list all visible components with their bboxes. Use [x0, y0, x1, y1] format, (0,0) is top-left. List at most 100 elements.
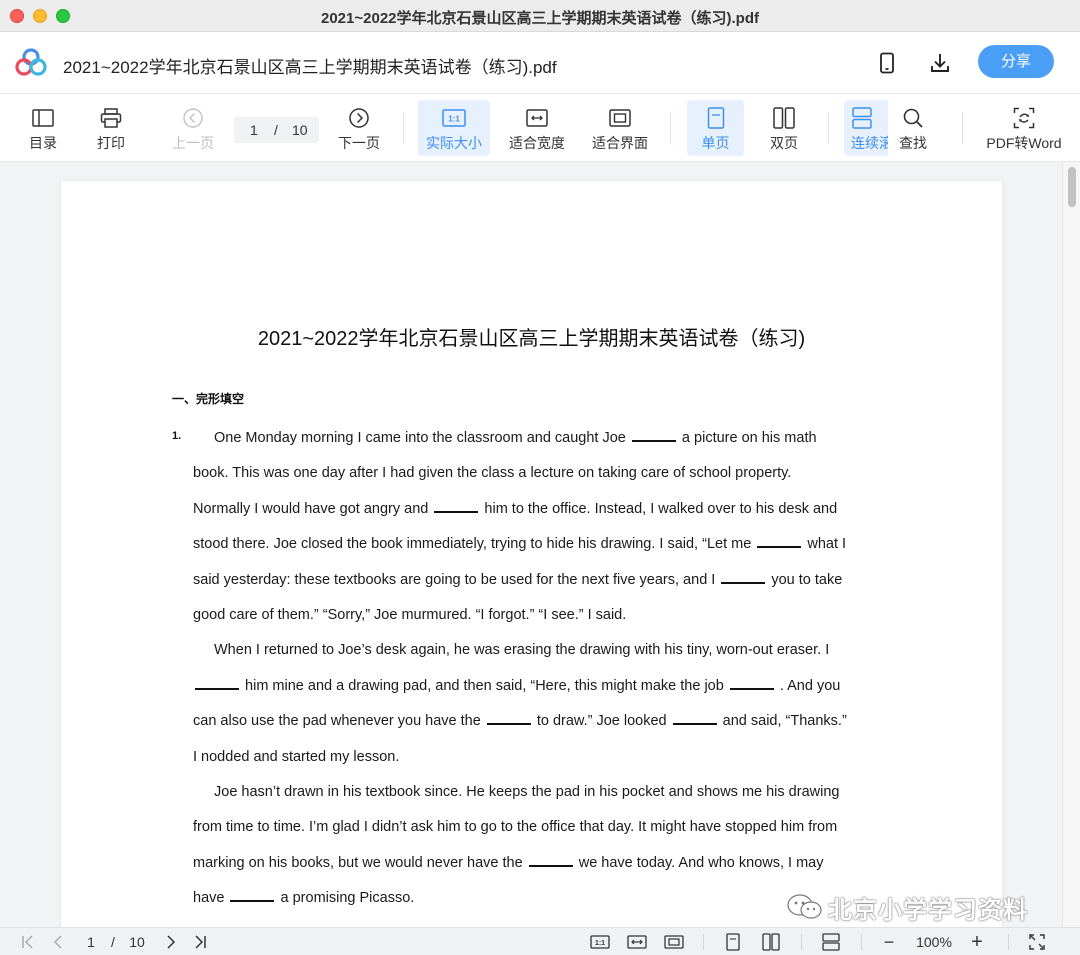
status-divider [703, 934, 704, 950]
next-page-label: 下一页 [338, 135, 380, 151]
passage-text: When I returned to Joe’s desk again, he … [214, 642, 830, 659]
answer-blank [729, 678, 774, 690]
printer-icon [100, 108, 122, 128]
scrollbar-thumb[interactable] [1068, 167, 1076, 207]
prev-page-button[interactable]: 上一页 [168, 100, 218, 156]
next-page-small-button[interactable] [161, 932, 181, 952]
first-page-button[interactable] [18, 932, 38, 952]
status-page-current[interactable]: 1 [82, 932, 100, 952]
toolbar-divider [828, 112, 829, 144]
passage-text: and said, “Thanks.” [718, 713, 847, 730]
answer-blank [434, 501, 479, 513]
status-single-page-button[interactable] [723, 932, 743, 952]
find-label: 查找 [899, 135, 927, 151]
fit-page-icon [664, 935, 684, 949]
status-divider [1008, 934, 1009, 950]
fit-width-button[interactable]: 适合宽度 [504, 100, 570, 156]
fullscreen-button[interactable] [1027, 932, 1047, 952]
status-continuous-button[interactable] [820, 932, 842, 952]
actual-size-button[interactable]: 1:1 实际大小 [418, 100, 490, 156]
share-button[interactable]: 分享 [978, 45, 1054, 78]
download-icon [931, 54, 949, 72]
pdf-page: 2021~2022学年北京石景山区高三上学期期末英语试卷（练习) 一、完形填空 … [61, 181, 1002, 927]
pdf-viewer-window: 2021~2022学年北京石景山区高三上学期期末英语试卷（练习).pdf 202… [0, 0, 1080, 955]
passage-text: to draw.” Joe looked [532, 713, 671, 730]
toolbar-divider [403, 112, 404, 144]
passage-line: Joe hasn’t drawn in his textbook since. … [214, 784, 839, 800]
passage-line: stood there. Joe closed the book immedia… [193, 536, 846, 552]
passage-text: Joe hasn’t drawn in his textbook since. … [214, 784, 840, 800]
passage-line: I nodded and started my lesson. [193, 749, 399, 765]
passage-text: him mine and a drawing pad, and then sai… [241, 677, 728, 694]
phone-view-button[interactable] [872, 48, 902, 78]
print-button[interactable]: 打印 [88, 100, 134, 156]
passage-text: good care of them.” “Sorry,” Joe murmure… [193, 607, 627, 623]
status-divider [801, 934, 802, 950]
question-number: 1. [172, 430, 182, 442]
status-double-page-button[interactable] [760, 932, 782, 952]
status-fit-width-button[interactable] [626, 932, 648, 952]
prev-page-label: 上一页 [172, 135, 214, 151]
passage-text: we have today. And who knows, I may [574, 854, 824, 871]
fit-width-icon [526, 109, 548, 127]
toc-label: 目录 [29, 135, 57, 151]
double-page-button[interactable]: 双页 [758, 100, 810, 156]
fit-page-label: 适合界面 [592, 135, 648, 151]
svg-text:1:1: 1:1 [448, 115, 460, 124]
passage-text: . And you [775, 677, 841, 694]
single-page-icon [726, 933, 740, 951]
fit-width-icon [627, 935, 647, 949]
exam-title: 2021~2022学年北京石景山区高三上学期期末英语试卷（练习) [257, 328, 806, 350]
passage-line: good care of them.” “Sorry,” Joe murmure… [193, 607, 626, 623]
fit-page-icon [609, 109, 631, 127]
watermark-text: 北京小学学习资料 [828, 896, 1028, 924]
app-logo-icon [15, 48, 47, 76]
page-current: 1 [250, 122, 258, 138]
chevron-left-icon [53, 935, 62, 949]
prev-page-small-button[interactable] [48, 932, 68, 952]
chevron-right-circle-icon [349, 108, 369, 128]
sidebar-icon [32, 109, 54, 127]
toolbar-divider [670, 112, 671, 144]
last-page-button[interactable] [190, 932, 210, 952]
passage-line: can also use the pad whenever you have t… [193, 713, 847, 729]
find-button[interactable]: 查找 [890, 100, 936, 156]
answer-blank [230, 890, 275, 903]
vertical-scrollbar[interactable] [1062, 163, 1080, 927]
document-viewport[interactable]: 2021~2022学年北京石景山区高三上学期期末英语试卷（练习) 一、完形填空 … [0, 163, 1062, 927]
app-header: 2021~2022学年北京石景山区高三上学期期末英语试卷（练习).pdf 分享 [0, 32, 1080, 94]
single-page-button[interactable]: 单页 [687, 100, 744, 156]
page-separator: / [274, 122, 278, 138]
download-button[interactable] [925, 48, 955, 78]
continuous-scroll-icon [822, 933, 840, 951]
section-heading: 一、完形填空 [172, 392, 245, 406]
status-page-total: 10 [129, 934, 145, 950]
continuous-scroll-button[interactable]: 连续滚 [844, 100, 888, 156]
passage-line: said yesterday: these textbooks are goin… [193, 572, 842, 588]
passage-text: have [193, 890, 229, 907]
pdf-to-word-label: PDF转Word [986, 135, 1062, 151]
continuous-scroll-icon [852, 107, 872, 129]
answer-blank [721, 572, 766, 584]
pdf-to-word-button[interactable]: PDF转Word [985, 100, 1063, 156]
fit-page-button[interactable]: 适合界面 [587, 100, 653, 156]
title-bar: 2021~2022学年北京石景山区高三上学期期末英语试卷（练习).pdf [0, 0, 1080, 32]
page-total: 10 [292, 122, 308, 138]
fullscreen-icon [1029, 934, 1045, 950]
last-page-icon [195, 935, 206, 949]
zoom-in-button[interactable]: + [967, 931, 987, 953]
zoom-out-button[interactable]: − [879, 932, 899, 952]
toc-button[interactable]: 目录 [20, 100, 66, 156]
passage-line: One Monday morning I came into the class… [214, 430, 817, 446]
passage-text: book. This was one day after I had given… [193, 465, 792, 482]
zoom-level[interactable]: 100% [910, 932, 958, 952]
page-number-input[interactable]: 1 / 10 [234, 117, 319, 143]
double-page-icon [773, 107, 795, 129]
answer-blank [528, 855, 573, 867]
status-fit-page-button[interactable] [663, 932, 685, 952]
status-actual-size-button[interactable]: 1:1 [589, 932, 611, 952]
next-page-button[interactable]: 下一页 [334, 100, 384, 156]
passage-text: a picture on his math [677, 430, 817, 446]
passage-line: When I returned to Joe’s desk again, he … [214, 642, 829, 658]
passage-text: I nodded and started my lesson. [193, 748, 400, 765]
